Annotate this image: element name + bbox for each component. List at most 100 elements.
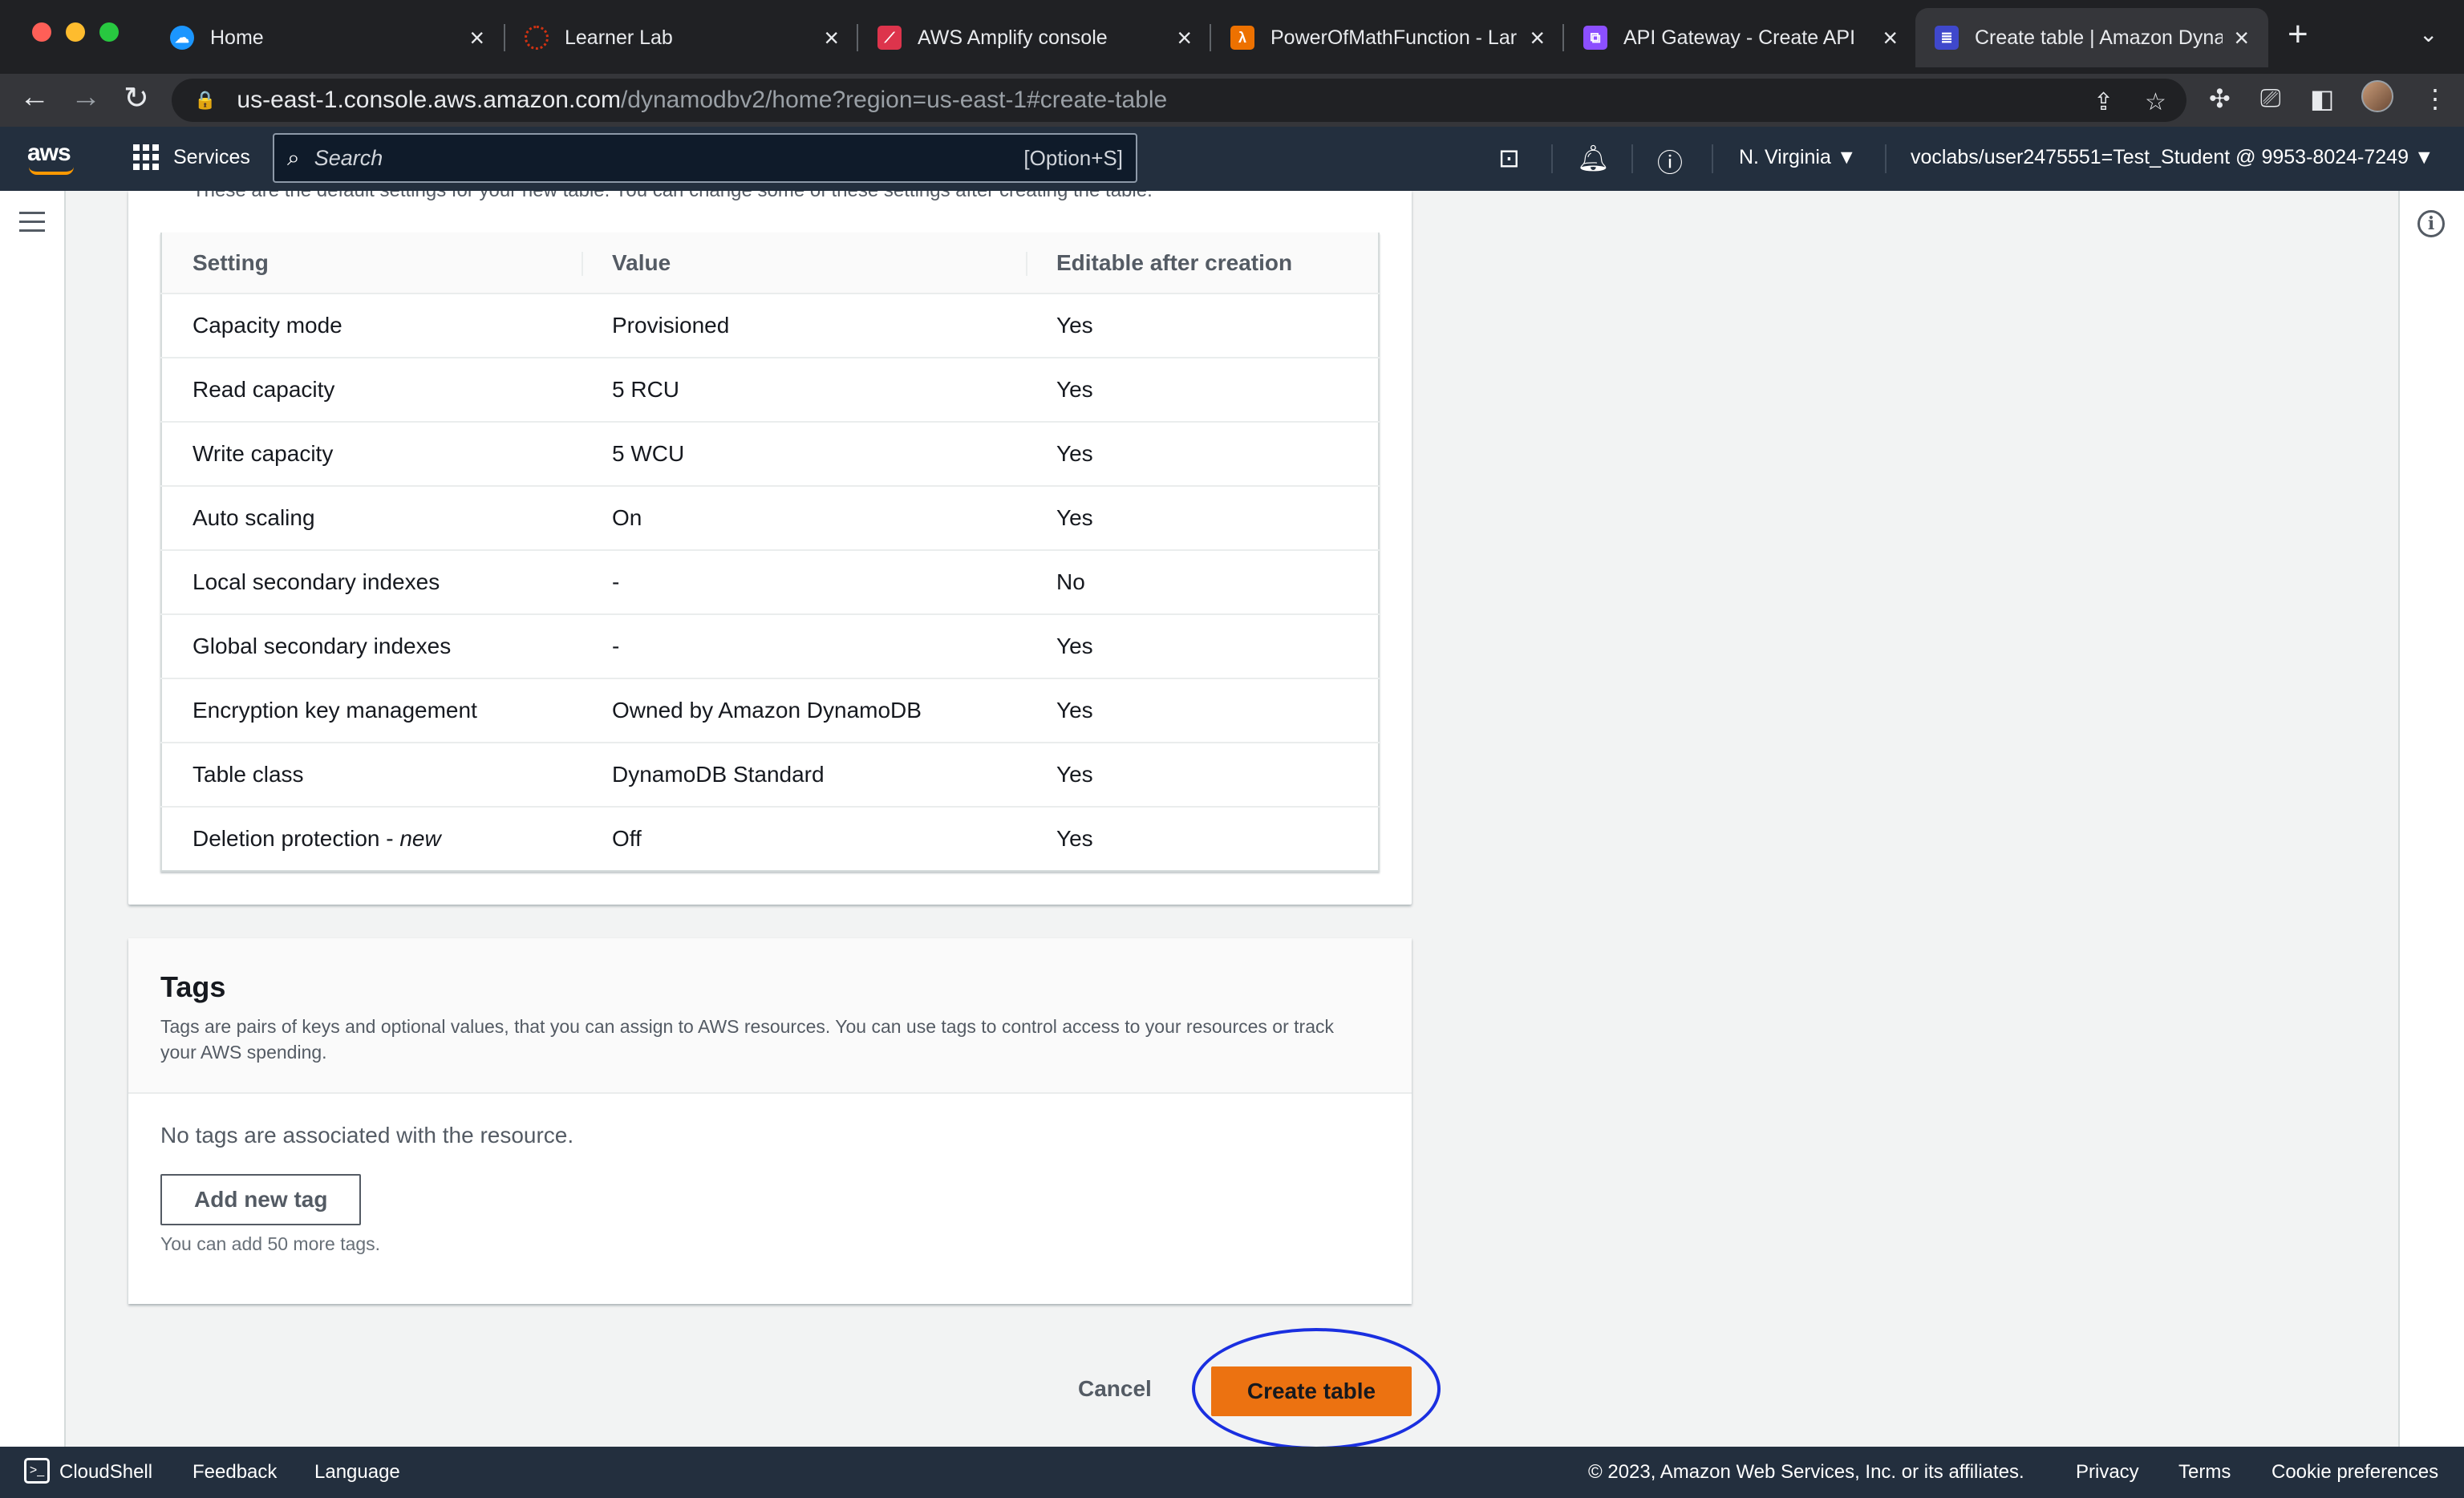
help-icon[interactable]: ⓘ bbox=[1657, 143, 1683, 180]
search-icon: ⌕ bbox=[287, 144, 300, 170]
tab-title: AWS Amplify console bbox=[918, 26, 1108, 49]
minimize-window-button[interactable] bbox=[66, 22, 85, 42]
maximize-window-button[interactable] bbox=[99, 22, 119, 42]
footer-cookie-preferences-link[interactable]: Cookie preferences bbox=[2272, 1461, 2438, 1484]
default-settings-table: Setting Value Editable after creation Ca… bbox=[160, 233, 1380, 872]
nav-divider bbox=[1551, 144, 1553, 173]
editable-cell: Yes bbox=[1026, 485, 1379, 550]
footer-cloudshell-link[interactable]: CloudShell bbox=[59, 1461, 152, 1484]
services-label: Services bbox=[173, 145, 250, 168]
tab-title: PowerOfMathFunction - Lar bbox=[1270, 26, 1518, 49]
tags-panel: Tags Tags are pairs of keys and optional… bbox=[128, 938, 1412, 1304]
table-row: Write capacity 5 WCU Yes bbox=[161, 421, 1379, 486]
account-menu[interactable]: voclabs/user2475551=Test_Student @ 9953-… bbox=[1911, 146, 2434, 169]
extensions-puzzle-icon[interactable]: ✣ bbox=[2209, 83, 2231, 114]
value-cell: Owned by Amazon DynamoDB bbox=[582, 678, 1026, 743]
learner-lab-icon bbox=[525, 26, 549, 50]
tab-search-chevron-icon[interactable]: ⌄ bbox=[2419, 21, 2438, 47]
aws-search-box: ⌕ [Option+S] bbox=[273, 133, 1137, 183]
editable-cell: Yes bbox=[1026, 421, 1379, 486]
cloudshell-icon[interactable]: ⊡ bbox=[1498, 143, 1520, 173]
browser-tab-dynamodb[interactable]: ≣ Create table | Amazon Dyna × bbox=[1915, 8, 2268, 67]
close-tab-icon[interactable]: × bbox=[1530, 23, 1545, 53]
region-selector[interactable]: N. Virginia ▼ bbox=[1739, 146, 1857, 169]
table-row: Auto scaling On Yes bbox=[161, 485, 1379, 550]
column-header-setting: Setting bbox=[161, 233, 582, 294]
tags-remaining-hint: You can add 50 more tags. bbox=[160, 1233, 381, 1254]
bookmark-star-icon[interactable]: ☆ bbox=[2145, 88, 2166, 116]
value-cell: DynamoDB Standard bbox=[582, 742, 1026, 807]
aws-logo-text: aws bbox=[27, 140, 71, 166]
url-host: us-east-1.console.aws.amazon.com bbox=[237, 87, 621, 113]
column-header-value: Value bbox=[582, 233, 1026, 294]
notifications-bell-icon[interactable]: 🔔︎ bbox=[1577, 143, 1610, 173]
nav-divider bbox=[1885, 144, 1886, 173]
close-tab-icon[interactable]: × bbox=[469, 23, 484, 53]
table-row: Deletion protection - new Off Yes bbox=[161, 806, 1379, 871]
hamburger-menu-icon[interactable] bbox=[19, 212, 45, 238]
browser-toolbar: ← → ↻ 🔒 us-east-1.console.aws.amazon.com… bbox=[0, 74, 2464, 127]
browser-tab-api-gateway[interactable]: ⧉ API Gateway - Create API × bbox=[1564, 8, 1917, 67]
browser-tab-amplify[interactable]: ⟋ AWS Amplify console × bbox=[858, 8, 1211, 67]
editable-cell: Yes bbox=[1026, 806, 1379, 871]
api-gateway-icon: ⧉ bbox=[1583, 26, 1607, 50]
cancel-button[interactable]: Cancel bbox=[1078, 1376, 1152, 1402]
address-bar[interactable]: 🔒 us-east-1.console.aws.amazon.com/dynam… bbox=[172, 79, 2186, 122]
tags-panel-body: No tags are associated with the resource… bbox=[128, 1094, 1412, 1284]
value-cell: 5 RCU bbox=[582, 357, 1026, 422]
side-panel-icon[interactable]: ◧ bbox=[2310, 83, 2334, 114]
forward-arrow-icon[interactable]: → bbox=[71, 80, 101, 115]
footer-privacy-link[interactable]: Privacy bbox=[2076, 1461, 2139, 1484]
aws-search-input[interactable] bbox=[314, 145, 1024, 171]
lock-icon: 🔒 bbox=[194, 90, 217, 110]
footer-terms-link[interactable]: Terms bbox=[2178, 1461, 2231, 1484]
setting-cell: Local secondary indexes bbox=[161, 549, 582, 614]
services-menu-button[interactable]: Services bbox=[133, 144, 250, 170]
tab-title: Home bbox=[210, 26, 264, 49]
search-shortcut-hint: [Option+S] bbox=[1023, 145, 1123, 170]
new-tab-plus-icon[interactable]: + bbox=[2288, 14, 2308, 55]
setting-cell: Write capacity bbox=[161, 421, 582, 486]
browser-tab-lambda[interactable]: λ PowerOfMathFunction - Lar × bbox=[1211, 8, 1564, 67]
create-table-button[interactable]: Create table bbox=[1211, 1366, 1412, 1416]
aws-footer: >_ CloudShell Feedback Language © 2023, … bbox=[0, 1447, 2464, 1498]
profile-avatar[interactable] bbox=[2361, 80, 2393, 112]
footer-copyright: © 2023, Amazon Web Services, Inc. or its… bbox=[1588, 1461, 2024, 1483]
close-tab-icon[interactable]: × bbox=[1882, 23, 1898, 53]
add-new-tag-button[interactable]: Add new tag bbox=[160, 1174, 362, 1225]
cast-icon[interactable]: ⎚ bbox=[2260, 83, 2281, 114]
lambda-icon: λ bbox=[1230, 26, 1254, 50]
default-settings-panel: These are the default settings for your … bbox=[128, 191, 1412, 905]
footer-language-link[interactable]: Language bbox=[314, 1461, 400, 1484]
table-row: Read capacity 5 RCU Yes bbox=[161, 357, 1379, 422]
value-cell: 5 WCU bbox=[582, 421, 1026, 486]
browser-menu-icon[interactable]: ⋮ bbox=[2422, 83, 2448, 114]
setting-cell: Read capacity bbox=[161, 357, 582, 422]
reload-icon[interactable]: ↻ bbox=[124, 80, 149, 116]
info-panel-icon[interactable]: i bbox=[2417, 210, 2445, 237]
tags-panel-header: Tags Tags are pairs of keys and optional… bbox=[128, 938, 1412, 1094]
close-tab-icon[interactable]: × bbox=[824, 23, 839, 53]
tags-title: Tags bbox=[160, 970, 226, 1003]
settings-description-clipped: These are the default settings for your … bbox=[192, 191, 1153, 202]
browser-tab-learner-lab[interactable]: Learner Lab × bbox=[505, 8, 858, 67]
footer-feedback-link[interactable]: Feedback bbox=[192, 1461, 277, 1484]
value-cell: On bbox=[582, 485, 1026, 550]
table-row: Capacity mode Provisioned Yes bbox=[161, 294, 1379, 358]
close-tab-icon[interactable]: × bbox=[1177, 23, 1192, 53]
tags-description: Tags are pairs of keys and optional valu… bbox=[160, 1016, 1334, 1063]
aws-logo[interactable]: aws bbox=[27, 140, 74, 175]
share-icon[interactable]: ⇪ bbox=[2093, 88, 2113, 116]
setting-cell: Capacity mode bbox=[192, 313, 342, 338]
value-cell: Provisioned bbox=[612, 313, 730, 338]
aws-smile-icon bbox=[29, 167, 74, 175]
cloudshell-icon[interactable]: >_ bbox=[24, 1458, 50, 1484]
editable-cell: Yes bbox=[1056, 313, 1093, 338]
close-tab-icon[interactable]: × bbox=[2234, 23, 2249, 53]
editable-cell: Yes bbox=[1026, 678, 1379, 743]
nav-divider bbox=[1631, 144, 1633, 173]
close-window-button[interactable] bbox=[32, 22, 51, 42]
back-arrow-icon[interactable]: ← bbox=[19, 80, 50, 115]
nav-divider bbox=[1712, 144, 1713, 173]
browser-tab-home[interactable]: ☁ Home × bbox=[151, 8, 504, 67]
